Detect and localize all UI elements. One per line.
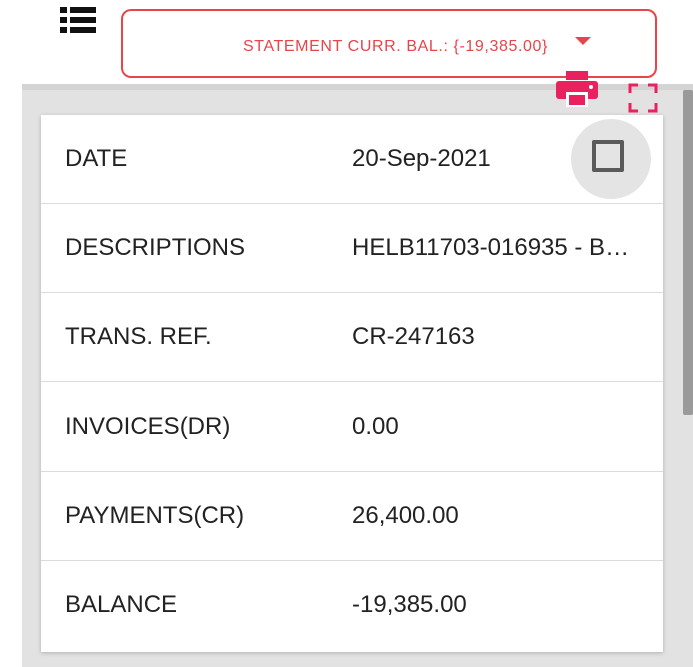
field-value: CR-247163 (352, 323, 475, 350)
row-balance: BALANCE -19,385.00 (41, 561, 663, 650)
field-value: 0.00 (352, 413, 399, 440)
field-label: INVOICES(DR) (65, 413, 231, 440)
row-trans-ref: TRANS. REF. CR-247163 (41, 293, 663, 382)
field-label: TRANS. REF. (65, 323, 212, 350)
row-descriptions: DESCRIPTIONS HELB11703-016935 - B… (41, 204, 663, 293)
statement-balance-dropdown[interactable]: STATEMENT CURR. BAL.: {-19,385.00} (121, 9, 657, 78)
row-date: DATE 20-Sep-2021 (41, 115, 663, 204)
transaction-card: DATE 20-Sep-2021 DESCRIPTIONS HELB11703-… (41, 115, 663, 652)
vertical-scrollbar[interactable] (683, 90, 693, 415)
print-icon[interactable] (556, 71, 598, 107)
checkbox-icon (592, 140, 624, 172)
statement-balance-label: STATEMENT CURR. BAL.: {-19,385.00} (243, 38, 548, 55)
statement-page: STATEMENT CURR. BAL.: {-19,385.00} DATE … (0, 0, 693, 667)
fullscreen-icon[interactable] (628, 83, 658, 113)
field-value: 20-Sep-2021 (352, 145, 491, 172)
field-value: -19,385.00 (352, 591, 467, 618)
row-payments-cr: PAYMENTS(CR) 26,400.00 (41, 472, 663, 561)
field-label: BALANCE (65, 591, 178, 618)
field-label: DESCRIPTIONS (65, 234, 246, 261)
field-label: DATE (65, 145, 128, 172)
select-row-checkbox[interactable] (571, 119, 651, 199)
field-value: HELB11703-016935 - B… (352, 234, 630, 261)
caret-down-icon (575, 37, 591, 45)
field-label: PAYMENTS(CR) (65, 502, 245, 529)
list-view-icon[interactable] (60, 7, 96, 35)
field-value: 26,400.00 (352, 502, 459, 529)
row-invoices-dr: INVOICES(DR) 0.00 (41, 383, 663, 472)
